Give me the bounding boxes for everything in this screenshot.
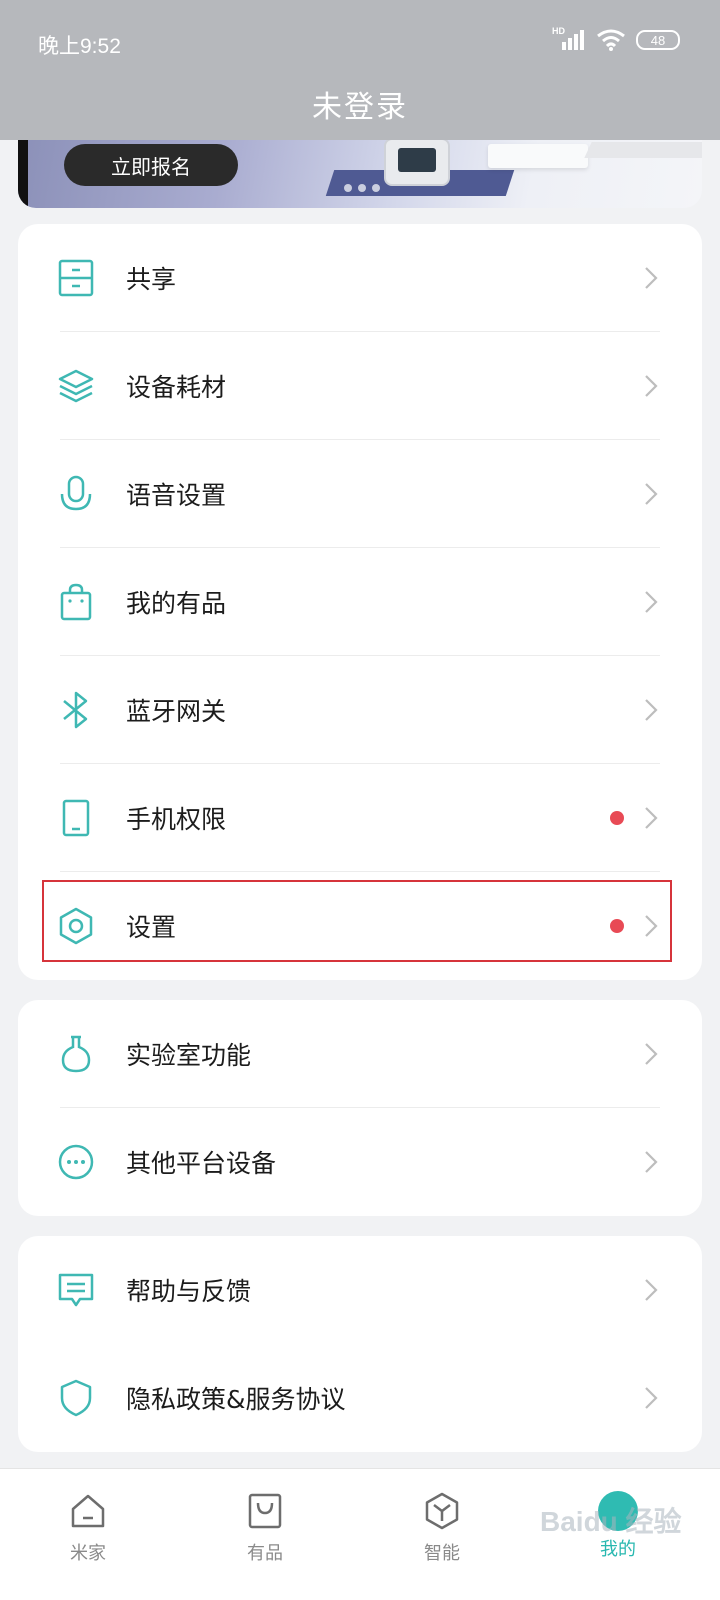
signal-icon: HD: [552, 26, 586, 52]
menu-item-label: 设置: [126, 913, 177, 942]
shield-icon: [56, 1378, 96, 1418]
menu-item-consumables[interactable]: 设备耗材: [18, 332, 702, 440]
chevron-right-icon: [644, 1384, 658, 1412]
bluetooth-icon: [56, 690, 96, 730]
menu-item-phone-permissions[interactable]: 手机权限: [18, 764, 702, 872]
settings-hexagon-icon: [56, 906, 96, 946]
top-bar: 晚上9:52 HD 48 未登录: [0, 0, 720, 140]
banner-pagination: [344, 184, 380, 192]
chevron-right-icon: [644, 912, 658, 940]
chevron-right-icon: [644, 264, 658, 292]
page-title[interactable]: 未登录: [0, 82, 720, 126]
battery-indicator: 48: [636, 30, 680, 50]
menu-item-label: 语音设置: [126, 481, 227, 510]
microphone-icon: [56, 474, 96, 514]
nav-tab-label: 有品: [247, 1543, 283, 1564]
menu-item-lab-features[interactable]: 实验室功能: [18, 1000, 702, 1108]
nav-tab-label: 米家: [70, 1543, 106, 1564]
menu-item-label: 手机权限: [126, 805, 227, 834]
menu-item-label: 实验室功能: [126, 1041, 252, 1070]
smart-cube-icon: [425, 1492, 459, 1530]
nav-tab-mijia[interactable]: 米家: [38, 1491, 138, 1565]
chevron-right-icon: [644, 588, 658, 616]
wifi-icon: [597, 29, 625, 51]
chevron-right-icon: [644, 1040, 658, 1068]
signup-button[interactable]: 立即报名: [64, 144, 238, 186]
banner-illustration-book: [584, 142, 702, 158]
menu-item-label: 蓝牙网关: [126, 697, 227, 726]
menu-item-label: 其他平台设备: [126, 1149, 277, 1178]
status-icons: HD 48: [552, 26, 680, 52]
menu-item-bluetooth-gateway[interactable]: 蓝牙网关: [18, 656, 702, 764]
menu-item-my-youpin[interactable]: 我的有品: [18, 548, 702, 656]
notification-dot: [610, 811, 624, 825]
flask-icon: [56, 1034, 96, 1074]
home-icon: [71, 1494, 105, 1528]
nav-tab-youpin[interactable]: 有品: [215, 1491, 315, 1565]
notification-dot: [610, 919, 624, 933]
chevron-right-icon: [644, 1148, 658, 1176]
chevron-right-icon: [644, 696, 658, 724]
menu-item-other-platform-devices[interactable]: 其他平台设备: [18, 1108, 702, 1216]
menu-item-label: 隐私政策&服务协议: [126, 1385, 346, 1414]
menu-item-help-feedback[interactable]: 帮助与反馈: [18, 1236, 702, 1344]
chevron-right-icon: [644, 480, 658, 508]
menu-item-privacy-policy[interactable]: 隐私政策&服务协议: [18, 1344, 702, 1452]
nav-tab-smart[interactable]: 智能: [392, 1491, 492, 1565]
menu-item-share[interactable]: 共享: [18, 224, 702, 332]
menu-card-help: 帮助与反馈 隐私政策&服务协议: [18, 1236, 702, 1452]
menu-item-settings[interactable]: 设置: [18, 872, 702, 980]
menu-item-voice-settings[interactable]: 语音设置: [18, 440, 702, 548]
promo-banner[interactable]: 立即报名: [18, 130, 702, 208]
bag-icon: [248, 1493, 282, 1529]
more-dots-icon: [56, 1142, 96, 1182]
feedback-icon: [56, 1270, 96, 1310]
chevron-right-icon: [644, 1276, 658, 1304]
status-time: 晚上9:52: [38, 35, 121, 58]
layers-icon: [56, 366, 96, 406]
banner-illustration-device: [384, 138, 450, 186]
menu-card-main: 共享 设备耗材 语音设置 我的有品 蓝牙网关 手机权限 设置: [18, 224, 702, 980]
shopping-bag-icon: [56, 582, 96, 622]
drawer-icon: [56, 258, 96, 298]
watermark: Baidu 经验: [540, 1506, 682, 1537]
banner-edge: [18, 130, 28, 208]
nav-tab-label: 智能: [424, 1543, 460, 1564]
chevron-right-icon: [644, 804, 658, 832]
menu-item-label: 帮助与反馈: [126, 1277, 252, 1306]
menu-item-label: 我的有品: [126, 589, 227, 618]
phone-icon: [56, 798, 96, 838]
menu-item-label: 共享: [126, 265, 177, 294]
chevron-right-icon: [644, 372, 658, 400]
banner-illustration-desk: [488, 144, 588, 168]
menu-item-label: 设备耗材: [126, 373, 227, 402]
menu-card-lab: 实验室功能 其他平台设备: [18, 1000, 702, 1216]
